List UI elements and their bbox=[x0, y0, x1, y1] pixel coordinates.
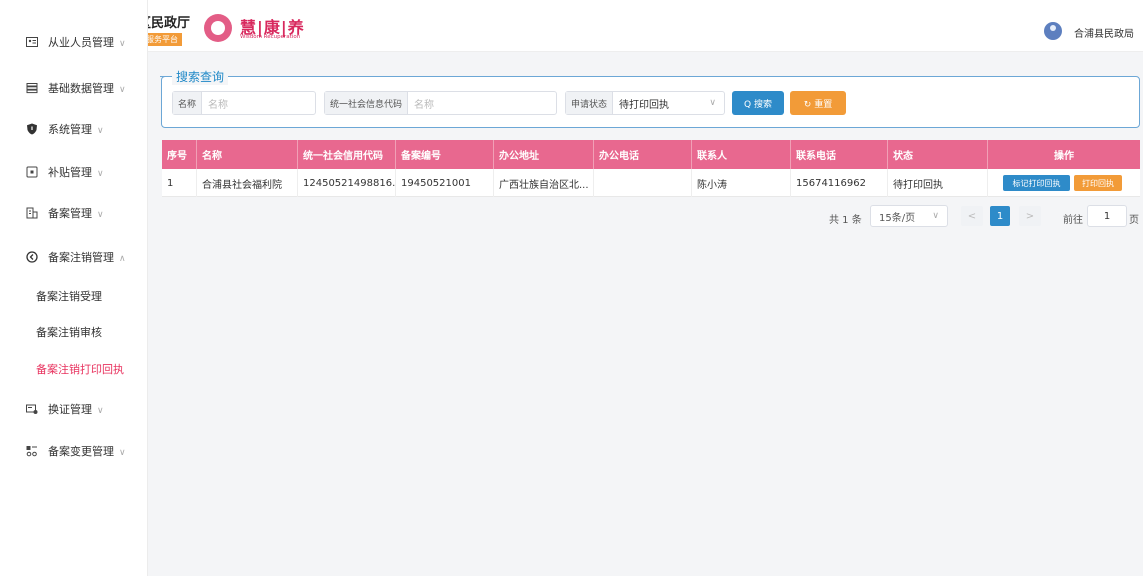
cell-office-phone bbox=[594, 169, 692, 197]
column-header: 状态 bbox=[888, 140, 988, 169]
print-receipt-button[interactable]: 打印回执 bbox=[1074, 175, 1122, 191]
credit-code-input[interactable]: 名称 bbox=[408, 96, 434, 111]
search-panel-title: 搜索查询 bbox=[159, 68, 229, 85]
chevron-down-icon: ∨ bbox=[97, 126, 104, 136]
chevron-down-icon: ∨ bbox=[97, 169, 104, 179]
goto-page-input[interactable]: 1 bbox=[1087, 205, 1127, 227]
credit-code-field[interactable]: 统一社会信息代码 名称 bbox=[324, 91, 557, 115]
page-size-select[interactable]: 15条/页 ∨ bbox=[870, 205, 948, 227]
sidebar-item-label: 备案管理 bbox=[48, 207, 92, 220]
brand-badge: 区民政厅 服务平台 bbox=[148, 12, 192, 48]
sidebar-subitem-cancel-review[interactable]: 备案注销审核 bbox=[0, 314, 148, 350]
page-number-button[interactable]: 1 bbox=[990, 206, 1010, 226]
name-field[interactable]: 名称 名称 bbox=[172, 91, 316, 115]
status-select[interactable]: 申请状态 待打印回执 ∨ bbox=[565, 91, 725, 115]
brand-tag: 服务平台 bbox=[148, 33, 182, 46]
status-field-label: 申请状态 bbox=[566, 92, 614, 114]
column-header: 办公地址 bbox=[494, 140, 594, 169]
column-header: 序号 bbox=[162, 140, 197, 169]
cell-name: 合浦县社会福利院 bbox=[197, 169, 298, 197]
prev-page-button[interactable]: < bbox=[961, 206, 983, 226]
sidebar-item-label: 系统管理 bbox=[48, 123, 92, 136]
user-name[interactable]: 合浦县民政局 bbox=[1074, 25, 1134, 40]
cell-contact: 陈小涛 bbox=[692, 169, 791, 197]
column-header: 统一社会信用代码 bbox=[298, 140, 396, 169]
cell-filing-number: 19450521001 bbox=[396, 169, 494, 197]
sidebar-item-label: 补贴管理 bbox=[48, 166, 92, 179]
sidebar-item-label: 从业人员管理 bbox=[48, 36, 114, 49]
chevron-down-icon: ∨ bbox=[932, 211, 939, 221]
sidebar-item-staff[interactable]: 从业人员管理 ∨ bbox=[0, 24, 148, 60]
cell-office-address: 广西壮族自治区北... bbox=[494, 169, 594, 197]
goto-unit: 页 bbox=[1129, 215, 1139, 226]
user-avatar-icon[interactable] bbox=[1044, 22, 1062, 40]
card-exchange-icon bbox=[25, 402, 39, 416]
main-content bbox=[148, 52, 1143, 576]
sidebar-item-base-data[interactable]: 基础数据管理 ∨ bbox=[0, 70, 148, 106]
back-circle-icon bbox=[25, 250, 39, 264]
logo-subtitle: Wisdom Recuperation bbox=[240, 34, 301, 40]
change-icon bbox=[25, 444, 39, 458]
table-header: 序号 名称 统一社会信用代码 备案编号 办公地址 办公电话 联系人 联系电话 状… bbox=[162, 140, 1140, 169]
cell-contact-phone: 15674116962 bbox=[791, 169, 888, 197]
list-icon bbox=[25, 81, 39, 95]
sidebar-subitem-cancel-print-receipt[interactable]: 备案注销打印回执 bbox=[0, 351, 148, 387]
top-header: 区民政厅 服务平台 慧|康|养 Wisdom Recuperation 合浦县民… bbox=[148, 0, 1143, 52]
building-icon bbox=[25, 206, 39, 220]
column-header: 名称 bbox=[197, 140, 298, 169]
name-input[interactable]: 名称 bbox=[202, 96, 228, 111]
table-row: 1 合浦县社会福利院 12450521498816... 19450521001… bbox=[162, 169, 1140, 197]
sidebar-item-license-renewal[interactable]: 换证管理 ∨ bbox=[0, 391, 148, 427]
name-field-label: 名称 bbox=[173, 92, 203, 114]
box-icon bbox=[25, 165, 39, 179]
credit-code-field-label: 统一社会信息代码 bbox=[325, 92, 409, 114]
chevron-down-icon: ∨ bbox=[119, 39, 126, 49]
chevron-up-icon: ∧ bbox=[119, 254, 126, 264]
pagination-total: 共 1 条 bbox=[829, 215, 862, 226]
sidebar-item-filing[interactable]: 备案管理 ∨ bbox=[0, 195, 148, 231]
mark-printed-receipt-button[interactable]: 标记打印回执 bbox=[1003, 175, 1070, 191]
sidebar-item-filing-change[interactable]: 备案变更管理 ∨ bbox=[0, 433, 148, 469]
sidebar-item-label: 备案变更管理 bbox=[48, 445, 114, 458]
cell-status: 待打印回执 bbox=[888, 169, 988, 197]
brand-title: 区民政厅 bbox=[148, 16, 191, 31]
sidebar: 从业人员管理 ∨ 基础数据管理 ∨ 系统管理 ∨ 补贴管理 ∨ 备案管理 ∨ 备案注销管理… bbox=[0, 0, 148, 576]
next-page-button[interactable]: > bbox=[1019, 206, 1041, 226]
sidebar-item-label: 基础数据管理 bbox=[48, 82, 114, 95]
reset-button[interactable]: ↻ 重置 bbox=[790, 91, 846, 115]
status-select-value[interactable]: 待打印回执 bbox=[613, 96, 669, 111]
goto-label: 前往 bbox=[1063, 215, 1083, 226]
chevron-down-icon: ∨ bbox=[119, 448, 126, 458]
cell-index: 1 bbox=[162, 169, 197, 197]
chevron-down-icon: ∨ bbox=[97, 210, 104, 220]
sidebar-item-label: 备案注销管理 bbox=[48, 251, 114, 264]
id-card-icon bbox=[25, 35, 39, 49]
logo-flower-icon bbox=[204, 14, 232, 42]
column-header: 办公电话 bbox=[594, 140, 692, 169]
chevron-down-icon: ∨ bbox=[709, 98, 716, 108]
chevron-down-icon: ∨ bbox=[97, 406, 104, 416]
sidebar-item-system[interactable]: 系统管理 ∨ bbox=[0, 111, 148, 147]
search-button[interactable]: Q 搜索 bbox=[732, 91, 784, 115]
sidebar-item-subsidy[interactable]: 补贴管理 ∨ bbox=[0, 154, 148, 190]
sidebar-item-filing-cancel[interactable]: 备案注销管理 ∧ bbox=[0, 239, 148, 275]
column-header: 联系人 bbox=[692, 140, 791, 169]
page-size-value: 15条/页 bbox=[879, 212, 916, 224]
column-header: 备案编号 bbox=[396, 140, 494, 169]
sidebar-item-label: 换证管理 bbox=[48, 403, 92, 416]
column-header: 联系电话 bbox=[791, 140, 888, 169]
column-header: 操作 bbox=[1054, 151, 1074, 162]
chevron-down-icon: ∨ bbox=[119, 85, 126, 95]
sidebar-subitem-cancel-accept[interactable]: 备案注销受理 bbox=[0, 278, 148, 314]
cell-credit-code: 12450521498816... bbox=[298, 169, 396, 197]
shield-icon bbox=[25, 122, 39, 136]
